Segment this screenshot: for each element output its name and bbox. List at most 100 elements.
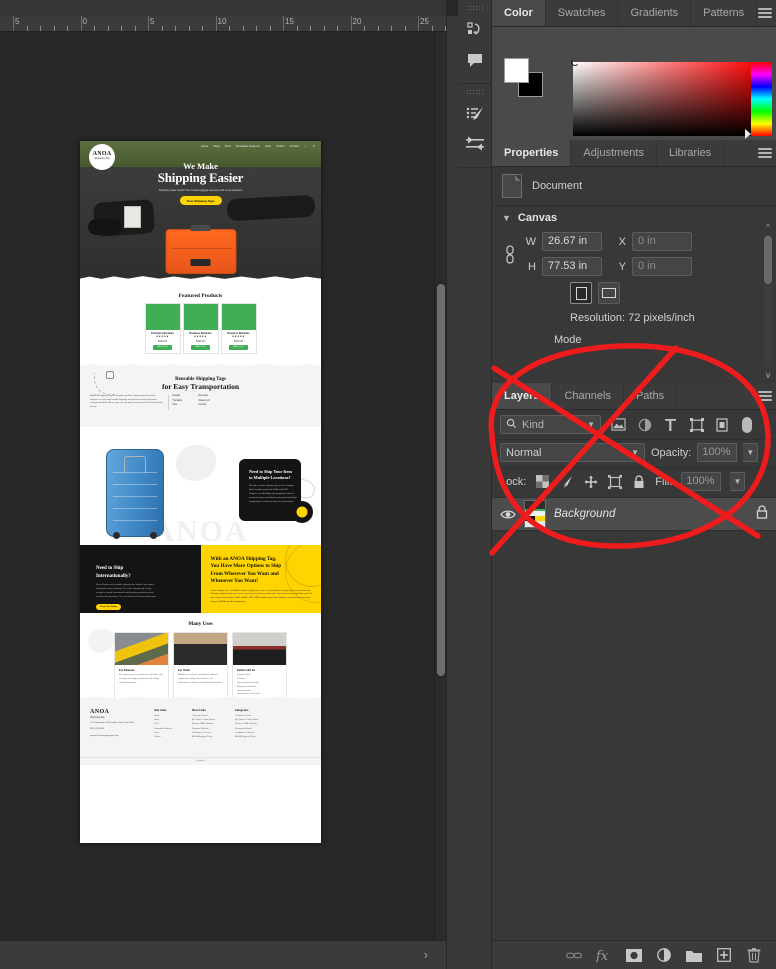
lock-artboard-nesting-icon[interactable] <box>607 474 622 489</box>
preview-footer-column: Site Links Home Shop Price Reusable Feat… <box>154 709 172 739</box>
new-group-icon[interactable] <box>686 947 702 963</box>
color-spectrum-field[interactable] <box>573 62 760 136</box>
brush-presets-icon[interactable] <box>458 99 492 129</box>
preview-uses-card-title: Perfect Gift for <box>237 669 256 672</box>
opacity-stepper-chevron-icon[interactable]: ▼ <box>743 443 759 462</box>
rail-grip-handle[interactable] <box>465 5 484 11</box>
x-input[interactable]: 0 in <box>632 232 692 251</box>
hue-slider-marker[interactable] <box>745 129 751 139</box>
portrait-orientation-icon[interactable] <box>570 282 592 304</box>
layer-name[interactable]: Background <box>554 508 748 520</box>
scroll-down-icon[interactable]: ∨ <box>762 370 774 381</box>
scrollbar-thumb[interactable] <box>437 284 445 676</box>
preview-product-button: Add to Cart <box>191 344 210 350</box>
smart-object-filter-icon[interactable] <box>714 416 731 433</box>
ruler-major-tick <box>148 16 149 31</box>
preview-footer-link: Orders <box>154 735 161 738</box>
tab-libraries[interactable]: Libraries <box>656 140 725 166</box>
preview-product-price: $500.00 <box>158 339 167 343</box>
delete-layer-icon[interactable] <box>746 947 762 963</box>
preview-footer-logo: ANOA <box>90 709 110 715</box>
layer-style-fx-icon[interactable]: fx <box>596 947 612 963</box>
width-input[interactable]: 26.67 in <box>542 232 602 251</box>
tab-properties[interactable]: Properties <box>492 140 572 166</box>
tab-channels[interactable]: Channels <box>552 383 624 409</box>
preview-list-item: Those know how to travel <box>237 693 261 696</box>
preview-footer-email: support@anoashippingtag.com <box>90 735 119 738</box>
table-row[interactable]: Background <box>492 497 776 531</box>
chevron-down-icon[interactable]: ▼ <box>631 448 639 457</box>
fill-stepper-chevron-icon[interactable]: ▼ <box>730 472 746 491</box>
lock-transparent-pixels-icon[interactable] <box>535 474 550 489</box>
properties-scrollbar[interactable]: ^ ∨ <box>762 222 774 382</box>
history-icon[interactable] <box>458 15 492 45</box>
tab-layers[interactable]: Layers <box>492 383 553 409</box>
chevron-down-icon[interactable]: ▼ <box>587 420 595 429</box>
adjust-sliders-icon[interactable] <box>458 129 492 159</box>
foreground-color-swatch[interactable] <box>504 58 529 83</box>
pixel-layer-filter-icon[interactable] <box>610 416 627 433</box>
canvas-vertical-scrollbar[interactable] <box>434 32 446 940</box>
hamburger-menu-icon[interactable] <box>758 148 772 159</box>
document-canvas[interactable]: ANOA Shipping Tag Home Shop Price Reusab… <box>80 141 321 843</box>
horizontal-ruler[interactable]: 505101520253035 <box>0 16 446 32</box>
chevron-down-icon[interactable]: ▼ <box>502 213 511 223</box>
preview-footer-columns: ANOA Shipping Tag 1701 Broadway #230, Hu… <box>90 709 311 739</box>
add-layer-mask-icon[interactable] <box>626 947 642 963</box>
preview-footer-links: Customer Service My Orders / Order Statu… <box>192 714 215 739</box>
link-dimensions-icon[interactable] <box>504 244 516 266</box>
scroll-up-icon[interactable]: ^ <box>762 222 774 232</box>
svg-text:fx: fx <box>596 949 609 963</box>
canvas-section-header[interactable]: ▼ Canvas <box>492 205 776 228</box>
preview-headline-line: Whenever You Want! <box>210 578 258 585</box>
preview-check-item: Trackable <box>172 399 183 402</box>
tab-color[interactable]: Color <box>492 0 546 26</box>
preview-footer-col-title: Store Links <box>191 709 206 712</box>
resolution-value: 72 pixels/inch <box>628 312 695 324</box>
lock-icon[interactable] <box>756 504 768 524</box>
type-layer-filter-icon[interactable] <box>662 416 679 433</box>
layer-thumbnail[interactable] <box>524 500 546 528</box>
comments-icon[interactable] <box>458 45 492 75</box>
preview-product-button: Add to Cart <box>153 344 172 350</box>
canvas-viewport[interactable]: ANOA Shipping Tag Home Shop Price Reusab… <box>0 32 440 940</box>
ruler-major-tick <box>283 16 284 31</box>
tab-patterns[interactable]: Patterns <box>691 0 758 26</box>
new-adjustment-layer-icon[interactable] <box>656 947 672 963</box>
preview-product-card: Business Elements ★★★★★ $540.00 Add to C… <box>220 303 257 354</box>
height-input[interactable]: 77.53 in <box>542 257 602 276</box>
preview-hero-cta: View Shipping Tags <box>179 196 222 205</box>
preview-tags-section: Reusable Shipping Tags for Easy Transpor… <box>80 369 321 427</box>
fill-input[interactable]: 100% <box>681 472 722 491</box>
hue-slider[interactable] <box>751 62 772 136</box>
shape-layer-filter-icon[interactable] <box>688 416 705 433</box>
right-panel-dock: Color Swatches Gradients Patterns Proper… <box>492 0 776 969</box>
lock-position-icon[interactable] <box>583 474 598 489</box>
y-input[interactable]: 0 in <box>632 257 692 276</box>
scrollbar-thumb[interactable] <box>764 236 772 284</box>
hamburger-menu-icon[interactable] <box>758 391 772 402</box>
tab-gradients[interactable]: Gradients <box>618 0 692 26</box>
status-chevron-right-icon[interactable]: › <box>424 947 428 962</box>
blend-mode-select[interactable]: Normal ▼ <box>500 443 645 462</box>
opacity-input[interactable]: 100% <box>697 443 738 462</box>
adjustment-layer-filter-icon[interactable] <box>636 416 653 433</box>
tab-paths[interactable]: Paths <box>623 383 678 409</box>
landscape-orientation-icon[interactable] <box>598 282 620 304</box>
eye-icon[interactable] <box>500 509 516 520</box>
filter-kind-select[interactable]: Kind ▼ <box>500 415 601 434</box>
preview-check-item: Safe <box>172 404 178 406</box>
preview-callout-paragraph: We offer reusable shipping tags to track… <box>249 485 297 503</box>
hamburger-menu-icon[interactable] <box>758 8 772 19</box>
filter-toggle-icon[interactable] <box>742 416 752 433</box>
tab-swatches[interactable]: Swatches <box>545 0 619 26</box>
link-layers-icon[interactable] <box>566 947 582 963</box>
lock-all-icon[interactable] <box>631 474 646 489</box>
lock-image-pixels-icon[interactable] <box>559 474 574 489</box>
new-layer-icon[interactable] <box>716 947 732 963</box>
preview-stamp-icon <box>106 371 114 379</box>
rail-grip-handle[interactable] <box>465 89 484 95</box>
color-picker-marker[interactable] <box>571 58 579 66</box>
tab-adjustments[interactable]: Adjustments <box>571 140 657 166</box>
preview-tags-paragraph: At ANOA Shipping Tag we provide reusable… <box>90 395 163 409</box>
